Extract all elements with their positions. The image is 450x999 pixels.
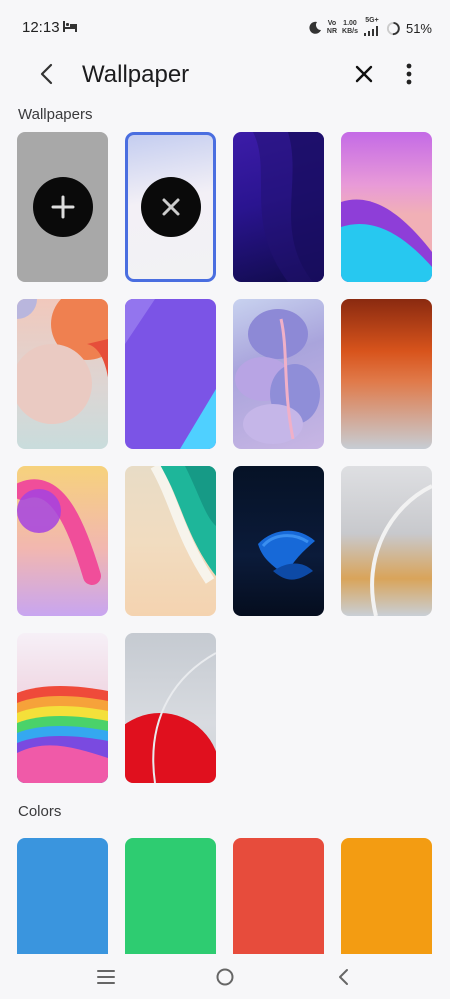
wallpaper-art [253,132,324,282]
wallpaper-thumbnail[interactable] [341,299,432,449]
vo-label: Vo [327,20,337,27]
add-wallpaper-button[interactable] [17,132,108,282]
plus-icon [51,195,74,219]
signal-block: 5G+ [363,17,381,40]
color-swatch-blue[interactable] [17,838,108,954]
speed-unit: KB/s [342,28,358,35]
wallpaper-art [17,299,108,424]
wallpaper-art [370,484,432,616]
recent-apps-menu-icon[interactable] [93,964,119,990]
wallpaper-art [17,479,101,585]
wallpaper-thumbnail[interactable] [125,466,216,616]
close-icon[interactable] [352,62,376,86]
signal-icon [363,25,378,36]
page-title: Wallpaper [82,61,190,88]
wallpaper-thumbnail[interactable] [233,466,324,616]
battery-ring-icon [386,21,401,35]
color-swatch-red[interactable] [233,838,324,954]
wallpaper-thumbnail[interactable] [341,132,432,282]
wallpaper-thumbnail[interactable] [17,299,108,449]
clear-circle [140,177,201,237]
no-wallpaper-selected-tile[interactable] [125,132,216,282]
nr-label: NR [326,28,338,35]
more-options-icon[interactable] [398,60,420,88]
system-navigation-bar [0,954,450,999]
wallpaper-thumbnail[interactable] [17,466,108,616]
back-arrow-icon[interactable] [34,60,60,88]
battery-percent: 51% [405,20,432,36]
wallpaper-art [258,530,315,580]
wallpaper-art [125,652,216,783]
color-swatch-orange[interactable] [341,838,432,954]
section-label-colors: Colors [18,803,62,820]
wallpaper-art [150,466,216,584]
network-type: 5G+ [365,16,379,24]
sleep-icon [63,21,77,32]
back-triangle-icon[interactable] [331,964,357,990]
wallpaper-thumbnail[interactable] [233,132,324,282]
wallpaper-art [125,299,216,449]
wallpaper-thumbnail[interactable] [17,633,108,783]
wallpaper-art [235,309,320,444]
wallpaper-thumbnail[interactable] [233,299,324,449]
status-icons: Vo NR 1.00 KB/s 5G+ 51% [308,17,432,40]
network-speed: 1.00 KB/s [342,20,358,36]
speed-value: 1.00 [343,20,357,27]
plus-circle [32,177,93,237]
do-not-disturb-moon-icon [309,21,321,34]
clear-x-icon [162,198,179,216]
volte-indicator: Vo NR [327,20,337,36]
color-swatch-green[interactable] [125,838,216,954]
wallpaper-thumbnail[interactable] [341,466,432,616]
status-bar: 12:13 Vo NR 1.00 KB/s 5G+ 51% [0,0,450,52]
wallpaper-art [341,199,432,282]
app-bar: Wallpaper [0,52,450,96]
section-label-wallpapers: Wallpapers [18,106,93,123]
home-circle-icon[interactable] [212,964,238,990]
wallpaper-thumbnail[interactable] [125,299,216,449]
wallpaper-art [17,686,108,783]
status-time: 12:13 [22,19,60,36]
wallpaper-thumbnail[interactable] [125,633,216,783]
